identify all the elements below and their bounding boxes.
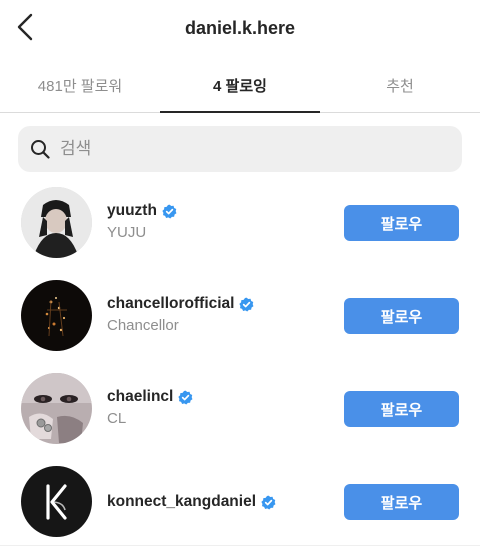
avatar[interactable]: [21, 466, 92, 537]
username[interactable]: yuuzth: [107, 202, 157, 220]
search-input[interactable]: [60, 139, 440, 159]
follow-button[interactable]: 팔로우: [344, 205, 459, 241]
verified-badge-icon: [239, 297, 254, 311]
search-bar[interactable]: [18, 126, 462, 172]
list-item[interactable]: yuuzth YUJU 팔로우: [0, 186, 480, 260]
list-item[interactable]: chancellorofficial Chancellor 팔로우: [0, 279, 480, 353]
full-name: YUJU: [107, 224, 147, 241]
divider: [0, 545, 480, 546]
tab-suggested[interactable]: 추천: [320, 58, 480, 112]
full-name: CL: [107, 410, 127, 427]
verified-badge-icon: [261, 495, 276, 509]
list-item[interactable]: konnect_kangdaniel 팔로우: [0, 465, 480, 539]
username[interactable]: chaelincl: [107, 388, 173, 406]
user-info: konnect_kangdaniel: [107, 492, 276, 512]
top-bar: daniel.k.here: [0, 0, 480, 58]
follow-tabs: 481만 팔로워 4 팔로잉 추천: [0, 58, 480, 113]
verified-badge-icon: [162, 204, 177, 218]
list-item[interactable]: chaelincl CL 팔로우: [0, 372, 480, 446]
user-info: chancellorofficial Chancellor: [107, 294, 254, 334]
avatar[interactable]: [21, 373, 92, 444]
follow-button[interactable]: 팔로우: [344, 298, 459, 334]
username[interactable]: konnect_kangdaniel: [107, 493, 256, 511]
verified-badge-icon: [178, 390, 193, 404]
user-info: chaelincl CL: [107, 387, 193, 427]
avatar[interactable]: [21, 187, 92, 258]
follow-button[interactable]: 팔로우: [344, 391, 459, 427]
tab-following[interactable]: 4 팔로잉: [160, 58, 320, 113]
search-icon: [31, 140, 50, 159]
tab-followers[interactable]: 481만 팔로워: [0, 58, 160, 112]
page-title: daniel.k.here: [184, 18, 296, 38]
full-name: Chancellor: [107, 317, 179, 334]
follow-button[interactable]: 팔로우: [344, 484, 459, 520]
username[interactable]: chancellorofficial: [107, 295, 234, 313]
avatar[interactable]: [21, 280, 92, 351]
user-info: yuuzth YUJU: [107, 201, 177, 241]
